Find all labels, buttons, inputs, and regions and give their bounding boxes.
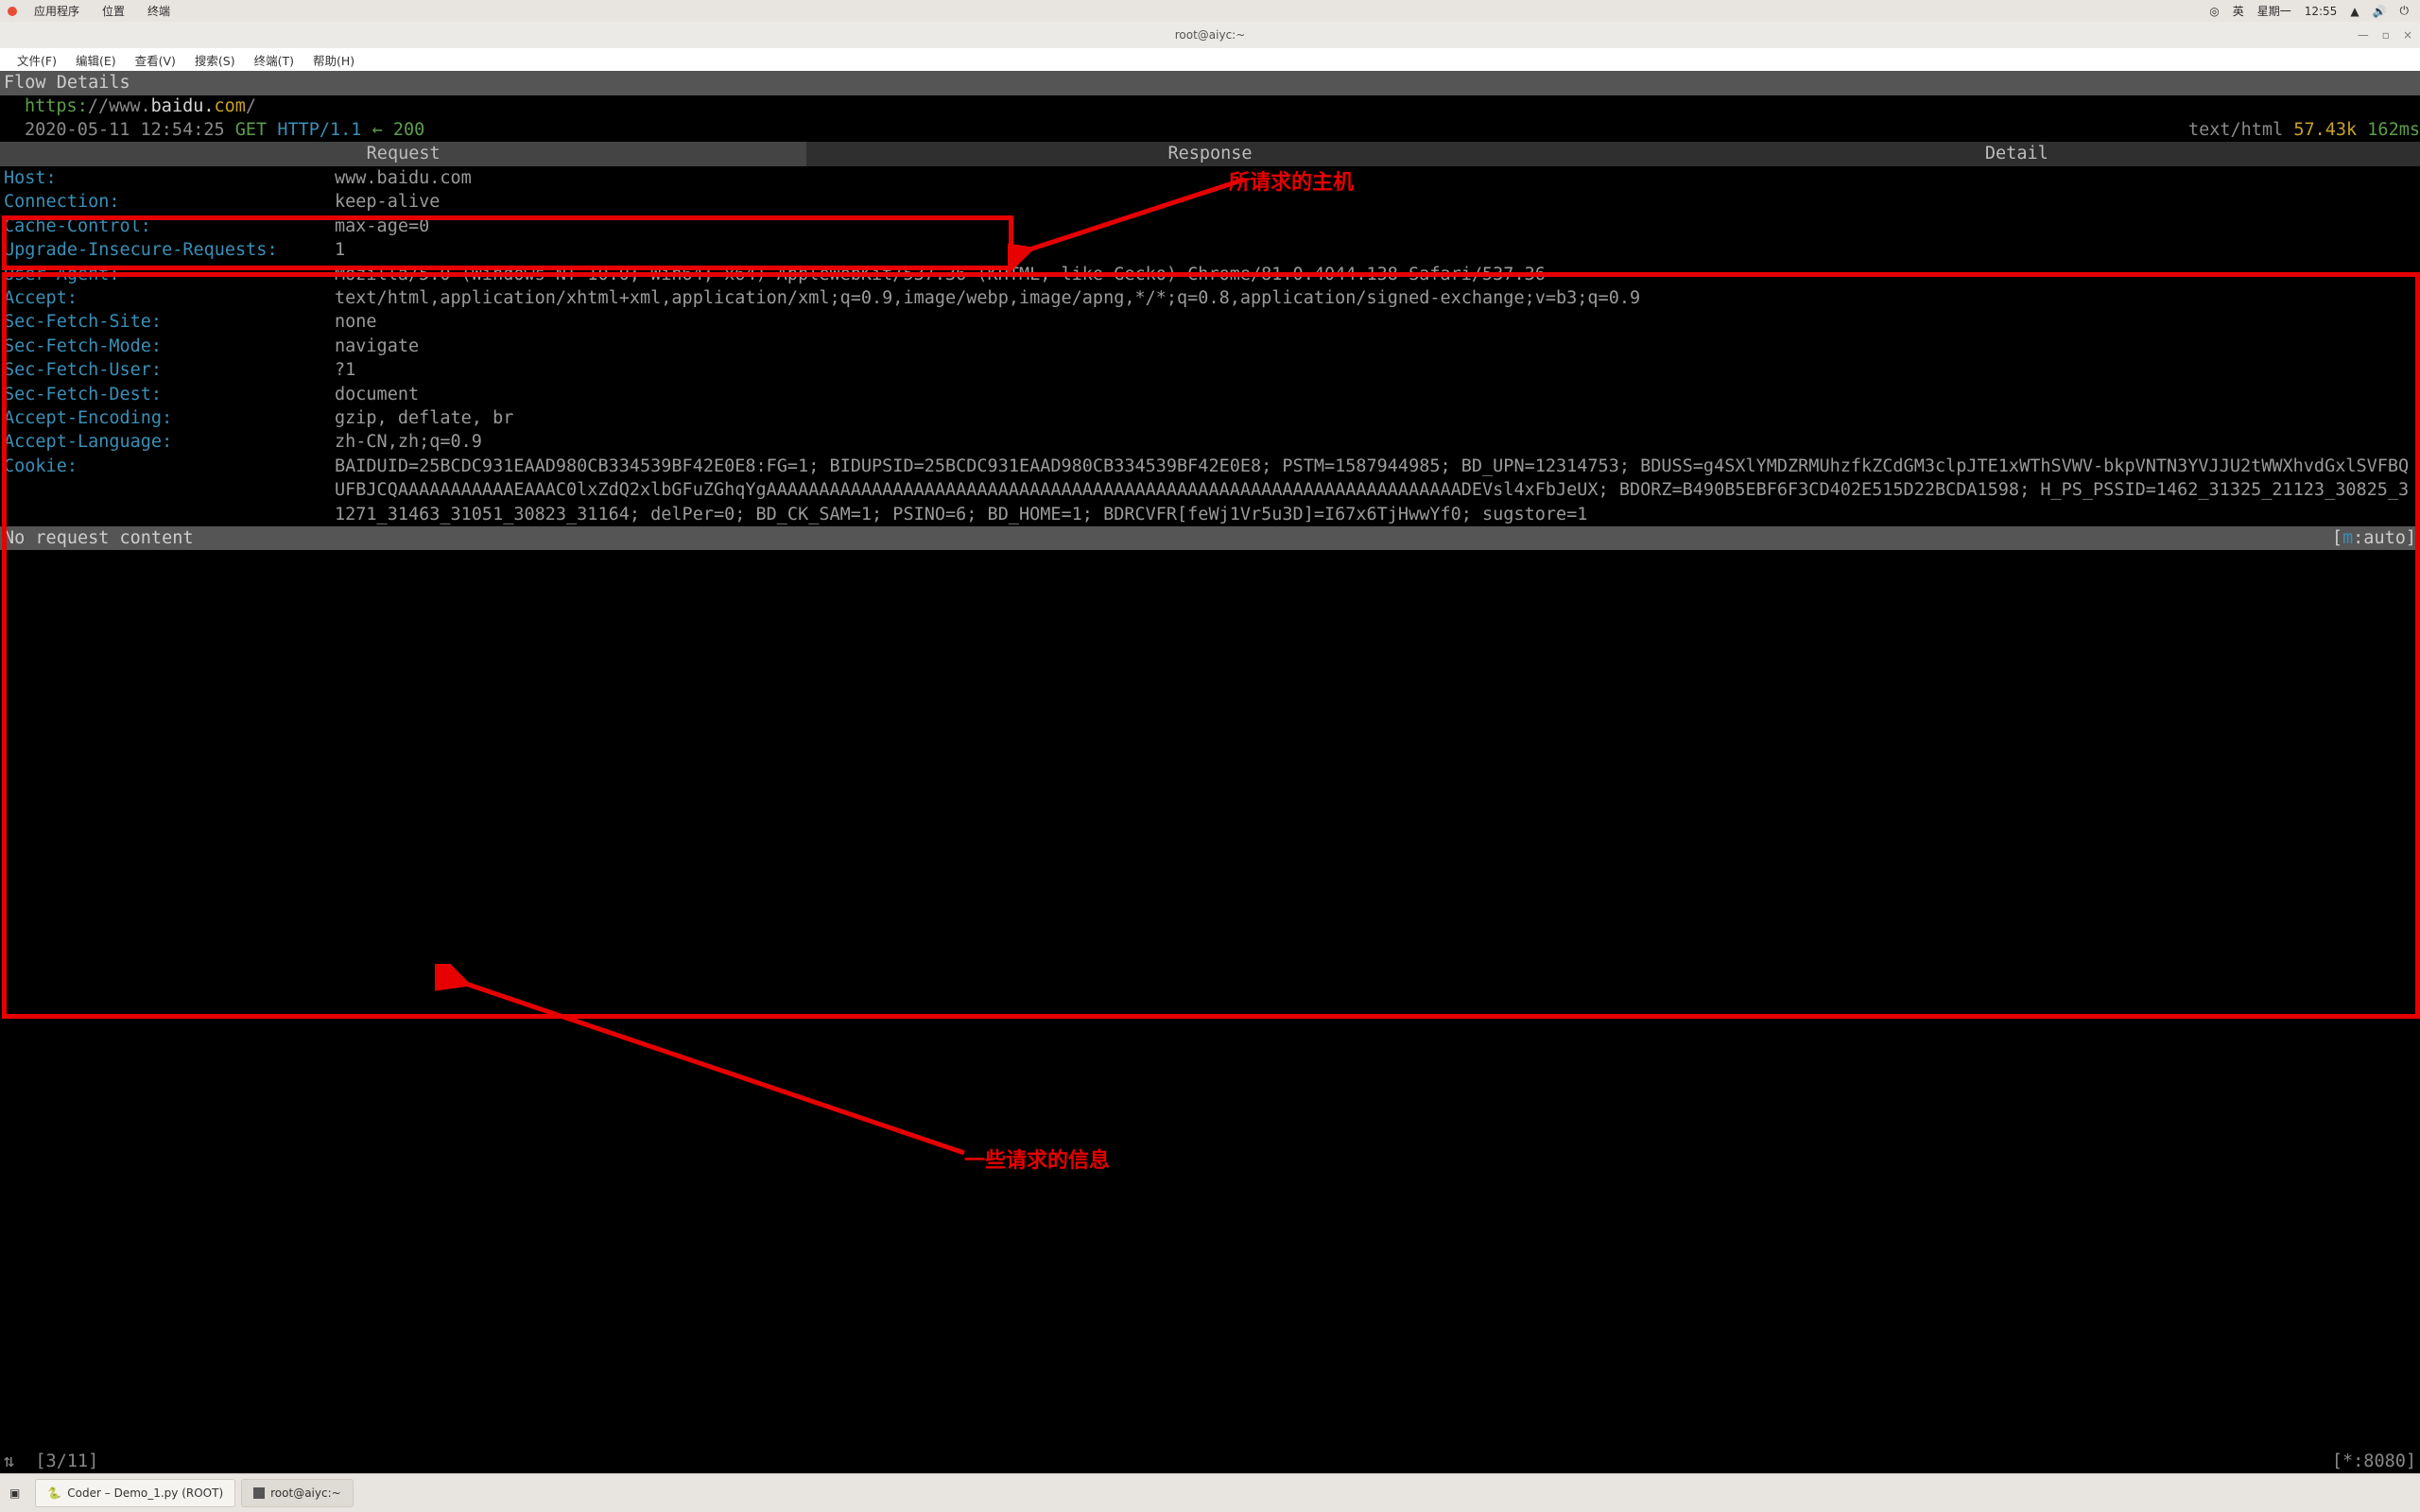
header-row: Cache-Control:max-age=0: [0, 215, 2420, 238]
topbar-menu-places[interactable]: 位置: [91, 3, 136, 19]
terminal-viewport[interactable]: Flow Details https://www.baidu.com/ 2020…: [0, 71, 2420, 1474]
window-titlebar[interactable]: root@aiyc:~ — ▫ ×: [0, 22, 2420, 49]
window-minimize-button[interactable]: —: [2358, 28, 2369, 42]
menu-edit[interactable]: 编辑(E): [66, 51, 126, 69]
activities-dot-icon[interactable]: [8, 7, 17, 16]
flow-info-line: 2020-05-11 12:54:25 GET HTTP/1.1 ← 200 t…: [0, 118, 2420, 142]
taskbar-item-label: Coder – Demo_1.py (ROOT): [67, 1486, 223, 1500]
tab-detail[interactable]: Detail: [1614, 142, 2420, 166]
header-row: Cookie:BAIDUID=25BCDC931EAAD980CB334539B…: [0, 455, 2420, 526]
tab-response[interactable]: Response: [806, 142, 1613, 166]
system-tray: ◎ 英 星期一 12:55 ▲ 🔊 ⏻: [2209, 3, 2420, 19]
header-row: Upgrade-Insecure-Requests:1: [0, 238, 2420, 262]
flows-icon: ⇅: [4, 1450, 14, 1474]
header-row: Sec-Fetch-User:?1: [0, 358, 2420, 382]
mitmproxy-statusbar: ⇅ [3/11] [*:8080]: [0, 1450, 2420, 1474]
terminal-icon: [253, 1487, 265, 1499]
topbar-menu-terminal[interactable]: 终端: [136, 3, 182, 19]
weekday-label: 星期一: [2257, 3, 2291, 19]
flow-url: https://www.baidu.com/: [0, 95, 2420, 118]
window-maximize-button[interactable]: ▫: [2382, 28, 2390, 42]
network-icon[interactable]: ▲: [2350, 5, 2359, 18]
a11y-icon[interactable]: ◎: [2209, 5, 2219, 18]
window-close-button[interactable]: ×: [2403, 28, 2412, 42]
menu-help[interactable]: 帮助(H): [303, 51, 364, 69]
listen-addr: [*:8080]: [2332, 1450, 2416, 1474]
menu-terminal[interactable]: 终端(T): [245, 51, 303, 69]
taskbar-item-label: root@aiyc:~: [270, 1486, 341, 1500]
header-row: Host:www.baidu.com: [0, 166, 2420, 190]
flow-counter: [3/11]: [35, 1450, 98, 1474]
header-row: Connection:keep-alive: [0, 190, 2420, 214]
desktop-topbar: 应用程序 位置 终端 ◎ 英 星期一 12:55 ▲ 🔊 ⏻: [0, 0, 2420, 23]
flow-details-header: Flow Details: [0, 71, 2420, 95]
menu-view[interactable]: 查看(V): [126, 51, 185, 69]
menu-file[interactable]: 文件(F): [8, 51, 66, 69]
taskbar-item[interactable]: root@aiyc:~: [241, 1479, 354, 1507]
ime-indicator[interactable]: 英: [2233, 3, 2244, 19]
header-row: Accept-Encoding:gzip, deflate, br: [0, 406, 2420, 430]
terminal-menubar: 文件(F) 编辑(E) 查看(V) 搜索(S) 终端(T) 帮助(H): [0, 48, 2420, 72]
header-row: Sec-Fetch-Site:none: [0, 310, 2420, 334]
header-row: Sec-Fetch-Dest:document: [0, 383, 2420, 406]
no-content-label: No request content: [4, 526, 193, 550]
show-desktop-icon[interactable]: ▣: [0, 1486, 29, 1500]
desktop-taskbar: ▣ 🐍 Coder – Demo_1.py (ROOT) root@aiyc:~: [0, 1473, 2420, 1512]
header-row: User-Agent:Mozilla/5.0 (Windows NT 10.0;…: [0, 263, 2420, 286]
taskbar-item[interactable]: 🐍 Coder – Demo_1.py (ROOT): [35, 1479, 235, 1507]
power-icon[interactable]: ⏻: [2400, 4, 2410, 18]
topbar-menu-apps[interactable]: 应用程序: [23, 3, 91, 19]
header-row: Accept:text/html,application/xhtml+xml,a…: [0, 286, 2420, 310]
clock[interactable]: 12:55: [2305, 5, 2338, 18]
flow-tabs: Request Response Detail: [0, 142, 2420, 166]
pycharm-icon: 🐍: [47, 1486, 61, 1500]
header-row: Sec-Fetch-Mode:navigate: [0, 335, 2420, 358]
volume-icon[interactable]: 🔊: [2373, 5, 2387, 18]
header-row: Accept-Language:zh-CN,zh;q=0.9: [0, 430, 2420, 454]
request-content-status: No request content [m:auto]: [0, 526, 2420, 550]
request-headers: Host:www.baidu.com Connection:keep-alive…: [0, 166, 2420, 526]
window-title: root@aiyc:~: [1175, 28, 1246, 42]
menu-search[interactable]: 搜索(S): [185, 51, 245, 69]
tab-request[interactable]: Request: [0, 142, 806, 166]
